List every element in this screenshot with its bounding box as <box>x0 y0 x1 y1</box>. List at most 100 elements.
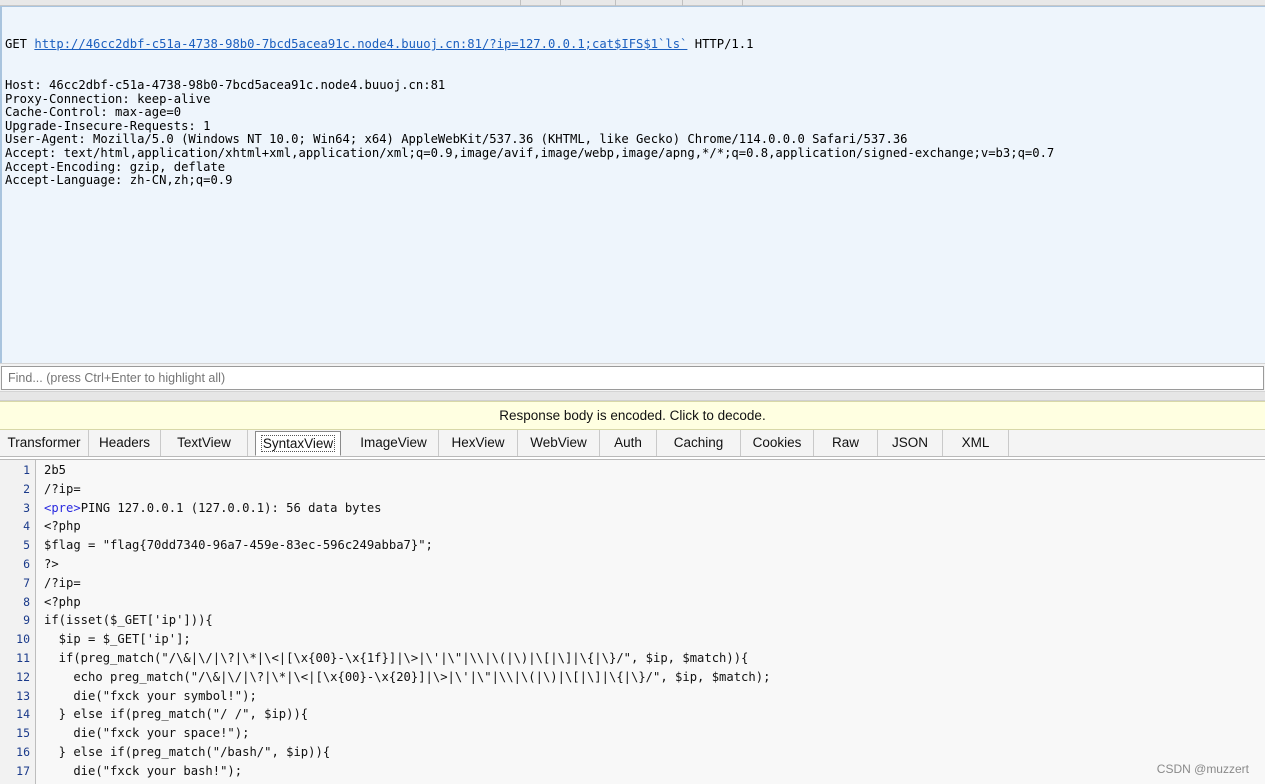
request-header-line: Proxy-Connection: keep-alive <box>5 91 211 106</box>
request-line: GET http://46cc2dbf-c51a-4738-98b0-7bcd5… <box>5 37 1054 52</box>
html-tag: <pre> <box>44 500 81 515</box>
tab-label: Transformer <box>7 435 81 450</box>
tab-hexview[interactable]: HexView <box>439 430 518 456</box>
request-header-line: Accept-Language: zh-CN,zh;q=0.9 <box>5 173 233 188</box>
code-text: <?php <box>44 517 81 536</box>
decode-notice-bar[interactable]: Response body is encoded. Click to decod… <box>0 401 1265 430</box>
tab-label: Caching <box>673 435 724 450</box>
pane-splitter[interactable] <box>0 392 1265 401</box>
code-content: $ip = $_GET['ip']; <box>44 632 191 647</box>
code-line: 12 echo preg_match("/\&|\/|\?|\*|\<|[\x{… <box>0 668 1265 687</box>
line-number: 3 <box>23 500 30 515</box>
code-content: die("fxck your bash!"); <box>44 763 243 778</box>
code-line: 2 /?ip= <box>0 480 1265 499</box>
line-number: 8 <box>23 594 30 609</box>
tab-webview[interactable]: WebView <box>518 430 600 456</box>
request-header-line: Upgrade-Insecure-Requests: 1 <box>5 118 211 133</box>
code-line: 15 die("fxck your space!"); <box>0 724 1265 743</box>
tab-label: Headers <box>98 435 151 450</box>
code-text: /?ip= <box>44 480 81 499</box>
code-text: $flag = "flag{70dd7340-96a7-459e-83ec-59… <box>44 536 433 555</box>
tab-textview[interactable]: TextView <box>161 430 248 456</box>
tab-syntaxview[interactable]: SyntaxView <box>255 431 341 456</box>
code-line: 16 } else if(preg_match("/bash/", $ip)){ <box>0 743 1265 762</box>
code-content: die("fxck your symbol!"); <box>44 688 257 703</box>
request-header-line: Accept-Encoding: gzip, deflate <box>5 159 226 174</box>
tab-json[interactable]: JSON <box>878 430 943 456</box>
code-text: if(isset($_GET['ip'])){ <box>44 611 213 630</box>
line-number: 14 <box>16 707 30 722</box>
raw-request-text[interactable]: GET http://46cc2dbf-c51a-4738-98b0-7bcd5… <box>5 11 1054 188</box>
line-number: 16 <box>16 745 30 759</box>
code-content: die("fxck your space!"); <box>44 726 250 741</box>
tab-xml[interactable]: XML <box>943 430 1009 456</box>
code-line: 9 if(isset($_GET['ip'])){ <box>0 611 1265 630</box>
tab-raw[interactable]: Raw <box>814 430 878 456</box>
tab-label: Auth <box>614 435 642 450</box>
csdn-watermark: CSDN @muzzert <box>1156 762 1249 776</box>
tab-caching[interactable]: Caching <box>657 430 741 456</box>
tab-imageview[interactable]: ImageView <box>349 430 439 456</box>
line-number: 13 <box>16 688 30 703</box>
code-text: die("fxck your bash!"); <box>44 762 242 781</box>
request-header-line: User-Agent: Mozilla/5.0 (Windows NT 10.0… <box>5 132 908 147</box>
line-number: 7 <box>23 575 30 590</box>
raw-request-pane[interactable]: GET http://46cc2dbf-c51a-4738-98b0-7bcd5… <box>0 6 1265 363</box>
request-method: GET <box>5 37 28 52</box>
line-number: 1 <box>23 463 30 477</box>
code-content: <?php <box>44 519 81 534</box>
request-header-line: Cache-Control: max-age=0 <box>5 105 182 120</box>
line-number: 2 <box>23 481 30 496</box>
request-url-link[interactable]: http://46cc2dbf-c51a-4738-98b0-7bcd5acea… <box>34 37 687 51</box>
request-header-line: Accept: text/html,application/xhtml+xml,… <box>5 145 1055 160</box>
tab-label: XML <box>961 435 990 450</box>
request-http-version: HTTP/1.1 <box>694 37 754 52</box>
tab-label: Cookies <box>752 435 802 450</box>
code-content: } else if(preg_match("/bash/", $ip)){ <box>44 745 331 759</box>
code-line: 6 ?> <box>0 555 1265 574</box>
find-input[interactable] <box>1 366 1264 390</box>
code-line: 7 /?ip= <box>0 574 1265 593</box>
code-line: 14 } else if(preg_match("/ /", $ip)){ <box>0 705 1265 724</box>
tab-auth[interactable]: Auth <box>600 430 657 456</box>
line-number: 10 <box>16 632 30 647</box>
code-content: <?php <box>44 594 81 609</box>
response-inspector-tabs: Transformer Headers TextView SyntaxView Imag… <box>0 430 1265 457</box>
code-content: $flag = "flag{70dd7340-96a7-459e-83ec-59… <box>44 538 433 553</box>
code-text: /?ip= <box>44 574 81 593</box>
code-content: if(preg_match("/\&|\/|\?|\*|\<|[\x{00}-\… <box>44 651 749 665</box>
line-number: 17 <box>16 763 30 778</box>
code-content: /?ip= <box>44 575 81 590</box>
code-text: ?> <box>44 555 59 574</box>
code-line: 5 $flag = "flag{70dd7340-96a7-459e-83ec-5… <box>0 536 1265 555</box>
line-number: 9 <box>23 613 30 628</box>
tab-label: JSON <box>891 435 928 450</box>
code-text: 2b5 <box>44 461 66 480</box>
tab-cookies[interactable]: Cookies <box>741 430 814 456</box>
tab-headers[interactable]: Headers <box>89 430 161 456</box>
code-content: 2b5 <box>44 463 67 477</box>
line-number: 15 <box>16 726 30 741</box>
code-line: 8 <?php <box>0 593 1265 612</box>
tab-label: HexView <box>451 435 505 450</box>
tab-label: WebView <box>530 435 587 450</box>
code-line: 13 die("fxck your symbol!"); <box>0 687 1265 706</box>
code-text: } else if(preg_match("/bash/", $ip)){ <box>44 743 331 762</box>
code-line: 1 2b5 <box>0 461 1265 480</box>
syntax-view-panel[interactable]: 1 2b5 2 /?ip= 3 <pre>PING 127.0.0.1 (127.0.0.… <box>0 459 1265 784</box>
line-number: 4 <box>23 519 30 534</box>
code-text: die("fxck your space!"); <box>44 724 249 743</box>
code-content: } else if(preg_match("/ /", $ip)){ <box>44 707 309 722</box>
code-content: PING 127.0.0.1 (127.0.0.1): 56 data byte… <box>80 500 382 515</box>
code-text: <?php <box>44 593 81 612</box>
code-content: ?> <box>44 557 59 571</box>
code-text: <pre>PING 127.0.0.1 (127.0.0.1): 56 data… <box>44 499 382 518</box>
find-bar <box>0 363 1265 392</box>
code-line: 11 if(preg_match("/\&|\/|\?|\*|\<|[\x{00… <box>0 649 1265 668</box>
code-text: die("fxck your symbol!"); <box>44 687 257 706</box>
code-text: echo preg_match("/\&|\/|\?|\*|\<|[\x{00}… <box>44 668 770 687</box>
tab-transformer[interactable]: Transformer <box>0 430 89 456</box>
tab-label: ImageView <box>360 435 427 450</box>
tab-label: TextView <box>177 435 231 450</box>
code-content: /?ip= <box>44 481 81 496</box>
